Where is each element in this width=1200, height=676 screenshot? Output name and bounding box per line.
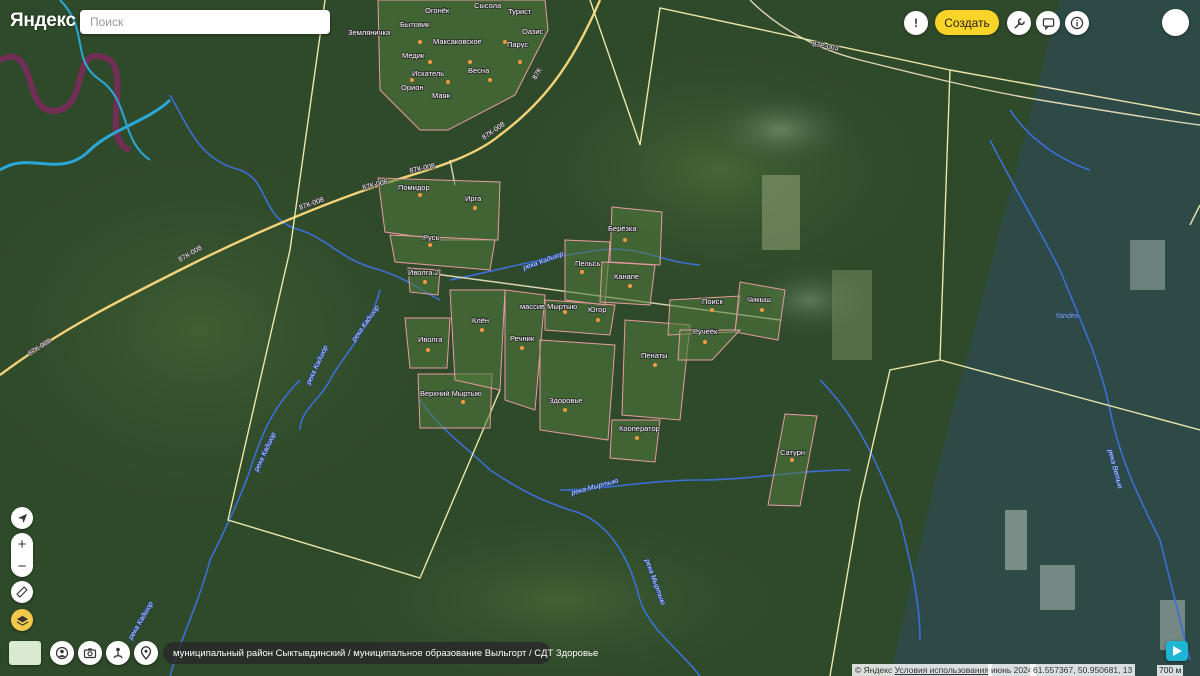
place-label: Помидор: [398, 183, 430, 192]
layers-button[interactable]: [11, 609, 33, 631]
place-label: Сатурн: [780, 448, 805, 457]
pin-icon: [140, 646, 152, 660]
search-input[interactable]: [80, 10, 330, 34]
place-label: Речник: [510, 334, 535, 343]
place-label: Сысола: [474, 1, 502, 10]
place-label: Югор: [588, 305, 607, 314]
place-label: Пенаты: [641, 351, 668, 360]
place-label: Бытовик: [400, 20, 430, 29]
route-icon: [113, 647, 123, 659]
tools-icon: [1013, 17, 1025, 29]
info-icon: [1070, 16, 1084, 30]
place-label: Иволга: [418, 335, 443, 344]
place-label: Ирга: [465, 194, 482, 203]
place-label: Верхний Мыртыю: [420, 389, 482, 398]
comments-icon: [1042, 17, 1054, 30]
profile-avatar-button[interactable]: [1162, 9, 1189, 36]
scale-bar: 700 м: [1157, 665, 1184, 676]
layers-icon: [16, 615, 28, 626]
place-label: Медик: [402, 51, 425, 60]
place-label: Максаковское: [433, 37, 482, 46]
place-label: Весна: [468, 66, 490, 75]
info-button[interactable]: [1065, 11, 1089, 35]
river-label: Yandex: [1055, 313, 1079, 320]
breadcrumb[interactable]: муниципальный район Сыктывдинский / муни…: [163, 642, 598, 664]
place-label: Парус: [507, 40, 528, 49]
ruler-button[interactable]: [11, 581, 33, 603]
place-label: Чикыш: [747, 295, 771, 304]
create-button[interactable]: Создать: [935, 10, 999, 35]
place-label: Искатель: [412, 69, 444, 78]
place-label: Иволга 2: [408, 268, 439, 277]
terms-link[interactable]: Условия использования: [895, 665, 989, 675]
place-label: Канапе: [614, 272, 639, 281]
place-label: Маяк: [432, 91, 451, 100]
map-type-thumbnail[interactable]: [9, 641, 41, 665]
routes-button[interactable]: [106, 641, 130, 665]
zoom-in-icon[interactable]: +: [11, 533, 33, 555]
yandex-logo[interactable]: Яндекс: [10, 10, 76, 32]
place-label: Оазис: [522, 27, 544, 36]
report-icon: !: [914, 16, 918, 30]
navigator-button[interactable]: [1166, 641, 1188, 661]
place-pin-button[interactable]: [134, 641, 158, 665]
place-label: Земляничка: [348, 28, 391, 37]
place-label: Берёзка: [608, 224, 637, 233]
tools-button[interactable]: [1007, 11, 1031, 35]
zoom-control: + −: [11, 533, 33, 577]
place-label: Пельсь: [575, 259, 600, 268]
place-label: Огонёк: [425, 6, 450, 15]
place-label: Русь: [423, 233, 439, 242]
panorama-button[interactable]: [50, 641, 74, 665]
place-label: Орион: [401, 83, 424, 92]
place-label: Ручеёк: [693, 327, 718, 336]
comments-button[interactable]: [1036, 11, 1060, 35]
camera-icon: [83, 648, 97, 659]
navigator-icon: [1173, 646, 1182, 656]
coordinates-readout[interactable]: 61.557367, 50.950681, 13: [1030, 664, 1136, 676]
panorama-icon: [55, 646, 69, 660]
imagery-date: июнь 2024: [988, 664, 1036, 676]
zoom-out-icon[interactable]: −: [11, 555, 33, 577]
report-button[interactable]: !: [904, 11, 928, 35]
navigate-icon: [17, 513, 27, 523]
copyright-text: © Яндекс: [855, 665, 893, 675]
ruler-icon: [16, 586, 28, 598]
satellite-map[interactable]: Земляничка Огонёк Сысола Турист Бытовик …: [0, 0, 1200, 676]
geolocation-button[interactable]: [11, 507, 33, 529]
place-label: Поиск: [702, 297, 724, 306]
place-label: Кооператор: [619, 424, 660, 433]
place-label: Здоровье: [549, 396, 582, 405]
photos-button[interactable]: [78, 641, 102, 665]
copyright: © Яндекс Условия использования: [852, 664, 992, 676]
place-label: массив Мыртыю: [520, 302, 578, 311]
place-label: Турист: [508, 7, 532, 16]
place-label: Клён: [472, 316, 489, 325]
